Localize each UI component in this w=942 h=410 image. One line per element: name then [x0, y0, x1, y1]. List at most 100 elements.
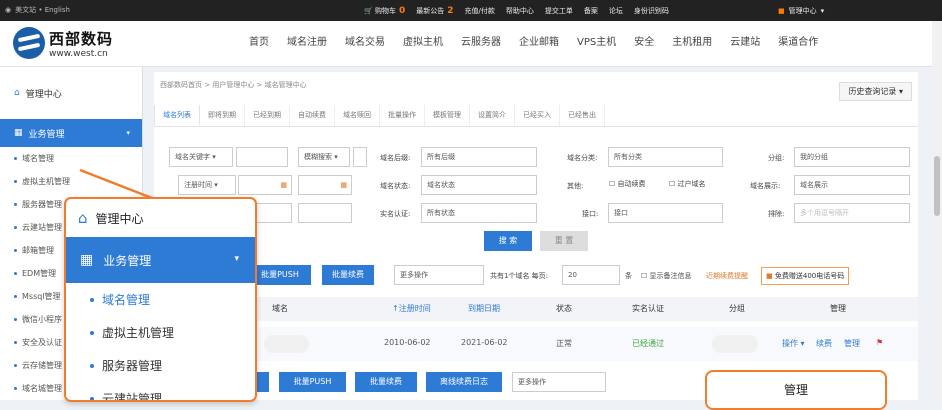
- keyword-input[interactable]: [236, 147, 288, 167]
- promo-badge[interactable]: ■ 免费赠送400电话号码: [761, 267, 850, 285]
- nav-mail[interactable]: 企业邮箱: [510, 34, 568, 52]
- forum-link[interactable]: 论坛: [609, 6, 623, 16]
- sidebar-cat-business[interactable]: ▦ 业务管理 ▾: [0, 119, 142, 147]
- notice-link[interactable]: 最新公告 2: [416, 6, 453, 16]
- callout-item-domain[interactable]: 域名管理: [66, 283, 255, 316]
- callout-manage-label: 管理: [783, 383, 808, 397]
- nav-vhost[interactable]: 虚拟主机: [394, 34, 452, 52]
- chevron-down-icon: ▾: [820, 6, 825, 15]
- home-icon: ⌂: [78, 209, 88, 227]
- transfer-log-button[interactable]: 离线续费日志: [426, 372, 502, 392]
- manage-link[interactable]: 管理: [844, 338, 860, 349]
- tab-expired[interactable]: 已经到期: [245, 105, 290, 126]
- globe-icon: ◉: [5, 6, 12, 14]
- scroll-thumb[interactable]: [934, 156, 940, 216]
- per-page-input[interactable]: 20: [562, 265, 620, 285]
- nav-vps[interactable]: VPS主机: [568, 34, 625, 52]
- domain-cell[interactable]: [264, 335, 309, 353]
- cell-exptime: 2021-06-02: [461, 338, 508, 347]
- nav-hosting[interactable]: 主机租用: [663, 34, 721, 52]
- callout-item-server[interactable]: 服务器管理: [66, 349, 255, 382]
- calendar-icon: ▦: [340, 181, 347, 189]
- bottom-more-select[interactable]: 更多操作: [512, 372, 606, 392]
- autorenew-checkbox[interactable]: ☐ 自动续费: [609, 179, 646, 189]
- exptime-end-input[interactable]: [298, 203, 352, 223]
- callout-item-vhost[interactable]: 虚拟主机管理: [66, 316, 255, 349]
- group-select[interactable]: 我的分组: [794, 147, 910, 167]
- more-ops-select[interactable]: 更多操作: [394, 265, 484, 285]
- ticket-link[interactable]: 提交工单: [545, 6, 573, 16]
- nav-channel[interactable]: 渠道合作: [769, 34, 827, 52]
- regtime-start-input[interactable]: ▦: [238, 175, 292, 195]
- recent-renew-link[interactable]: 近期续费提醒: [706, 271, 748, 281]
- tab-template[interactable]: 模板管理: [425, 105, 470, 126]
- table-row: 2010-06-02 2021-06-02 正常 已经通过 操作 ▾ 续费 管理…: [154, 327, 918, 361]
- cart-link[interactable]: 🛒 购物车 0: [364, 6, 405, 16]
- search-button[interactable]: 搜 索: [484, 231, 532, 251]
- reset-button[interactable]: 重 置: [540, 231, 588, 251]
- tab-bought[interactable]: 已经买入: [515, 105, 560, 126]
- batch-push-button[interactable]: 批量PUSH: [249, 265, 311, 285]
- cert-select[interactable]: 所有状态: [421, 203, 537, 223]
- home-icon: ⌂: [14, 88, 20, 98]
- other-label: 其他:: [567, 182, 584, 190]
- sidebar-home[interactable]: ⌂ 管理中心: [0, 67, 142, 119]
- col-domain[interactable]: 域名: [272, 303, 288, 314]
- tab-expiring[interactable]: 即将到期: [200, 105, 245, 126]
- display-select[interactable]: 域名展示: [794, 175, 910, 195]
- user-menu[interactable]: ■ 管理中心 ▾: [778, 0, 824, 21]
- bottom-batch-renew-button[interactable]: 批量续费: [355, 372, 417, 392]
- callout-item-site[interactable]: 云建站管理: [66, 382, 255, 400]
- sidebar-item-domain[interactable]: 域名管理: [0, 147, 142, 170]
- flag-icon[interactable]: ⚑: [876, 338, 883, 347]
- interface-select[interactable]: 接口: [608, 203, 723, 223]
- nav-security[interactable]: 安全: [625, 34, 663, 52]
- recharge-link[interactable]: 充值/付款: [464, 6, 494, 16]
- help-link[interactable]: 帮助中心: [506, 6, 534, 16]
- tab-list[interactable]: 域名列表: [154, 105, 200, 126]
- tab-batch[interactable]: 批量操作: [380, 105, 425, 126]
- header: 西部数码 www.west.cn 首页 域名注册 域名交易 虚拟主机 云服务器 企…: [0, 21, 942, 67]
- fuzzy-input[interactable]: [353, 147, 367, 167]
- sidebar-item-vhost[interactable]: 虚拟主机管理: [0, 170, 142, 193]
- nav-domain-trade[interactable]: 域名交易: [336, 34, 394, 52]
- category-select[interactable]: 所有分类: [608, 147, 723, 167]
- zoom-callout-manage: 管理: [705, 370, 887, 410]
- suffix-select[interactable]: 所有后缀: [421, 147, 537, 167]
- bottom-batch-push-button[interactable]: 批量PUSH: [279, 372, 346, 392]
- op-dropdown[interactable]: 操作 ▾: [782, 338, 805, 349]
- tab-sold[interactable]: 已经售出: [560, 105, 605, 126]
- exclude-input[interactable]: 多个用逗号隔开: [794, 203, 910, 223]
- nav-home[interactable]: 首页: [240, 34, 278, 52]
- beian-link[interactable]: 备案: [584, 6, 598, 16]
- col-regtime[interactable]: ↑注册时间: [392, 303, 431, 314]
- fuzzy-select[interactable]: 模糊搜索 ▾: [298, 147, 350, 167]
- regtime-end-input[interactable]: ▦: [298, 175, 352, 195]
- nav-cloud[interactable]: 云服务器: [452, 34, 510, 52]
- show-remark-checkbox[interactable]: ☐ 显示备注信息: [641, 271, 692, 281]
- logo[interactable]: 西部数码 www.west.cn: [13, 27, 113, 59]
- page-scrollbar[interactable]: [932, 21, 942, 400]
- status-select[interactable]: 域名状态: [421, 175, 537, 195]
- renew-link[interactable]: 续费: [816, 338, 832, 349]
- keyword-select[interactable]: 域名关键字 ▾: [169, 147, 233, 167]
- batch-renew-button[interactable]: 批量续费: [322, 265, 374, 285]
- site-switch[interactable]: ◉ 美文站 • English: [5, 5, 70, 15]
- tab-intro[interactable]: 设置简介: [470, 105, 515, 126]
- callout-home[interactable]: ⌂ 管理中心: [66, 199, 255, 237]
- history-button[interactable]: 历史查询记录 ▾: [839, 82, 912, 101]
- nav-domain-reg[interactable]: 域名注册: [278, 34, 336, 52]
- per-page-unit: 条: [625, 272, 632, 280]
- push-checkbox[interactable]: ☐ 过户域名: [669, 179, 706, 189]
- identity-link[interactable]: 身份识别码: [634, 6, 669, 16]
- cell-status: 正常: [556, 339, 572, 348]
- grid-icon: ▦: [80, 252, 94, 268]
- category-label: 域名分类:: [567, 154, 598, 162]
- col-exptime[interactable]: 到期日期: [468, 303, 500, 314]
- interface-label: 接口:: [582, 210, 599, 218]
- nav-site[interactable]: 云建站: [721, 34, 769, 52]
- tab-redeem[interactable]: 域名赎回: [335, 105, 380, 126]
- regtime-select[interactable]: 注册时间 ▾: [178, 175, 236, 195]
- callout-cat-business[interactable]: ▦ 业务管理 ▾: [66, 237, 255, 283]
- tab-autorenew[interactable]: 自动续费: [290, 105, 335, 126]
